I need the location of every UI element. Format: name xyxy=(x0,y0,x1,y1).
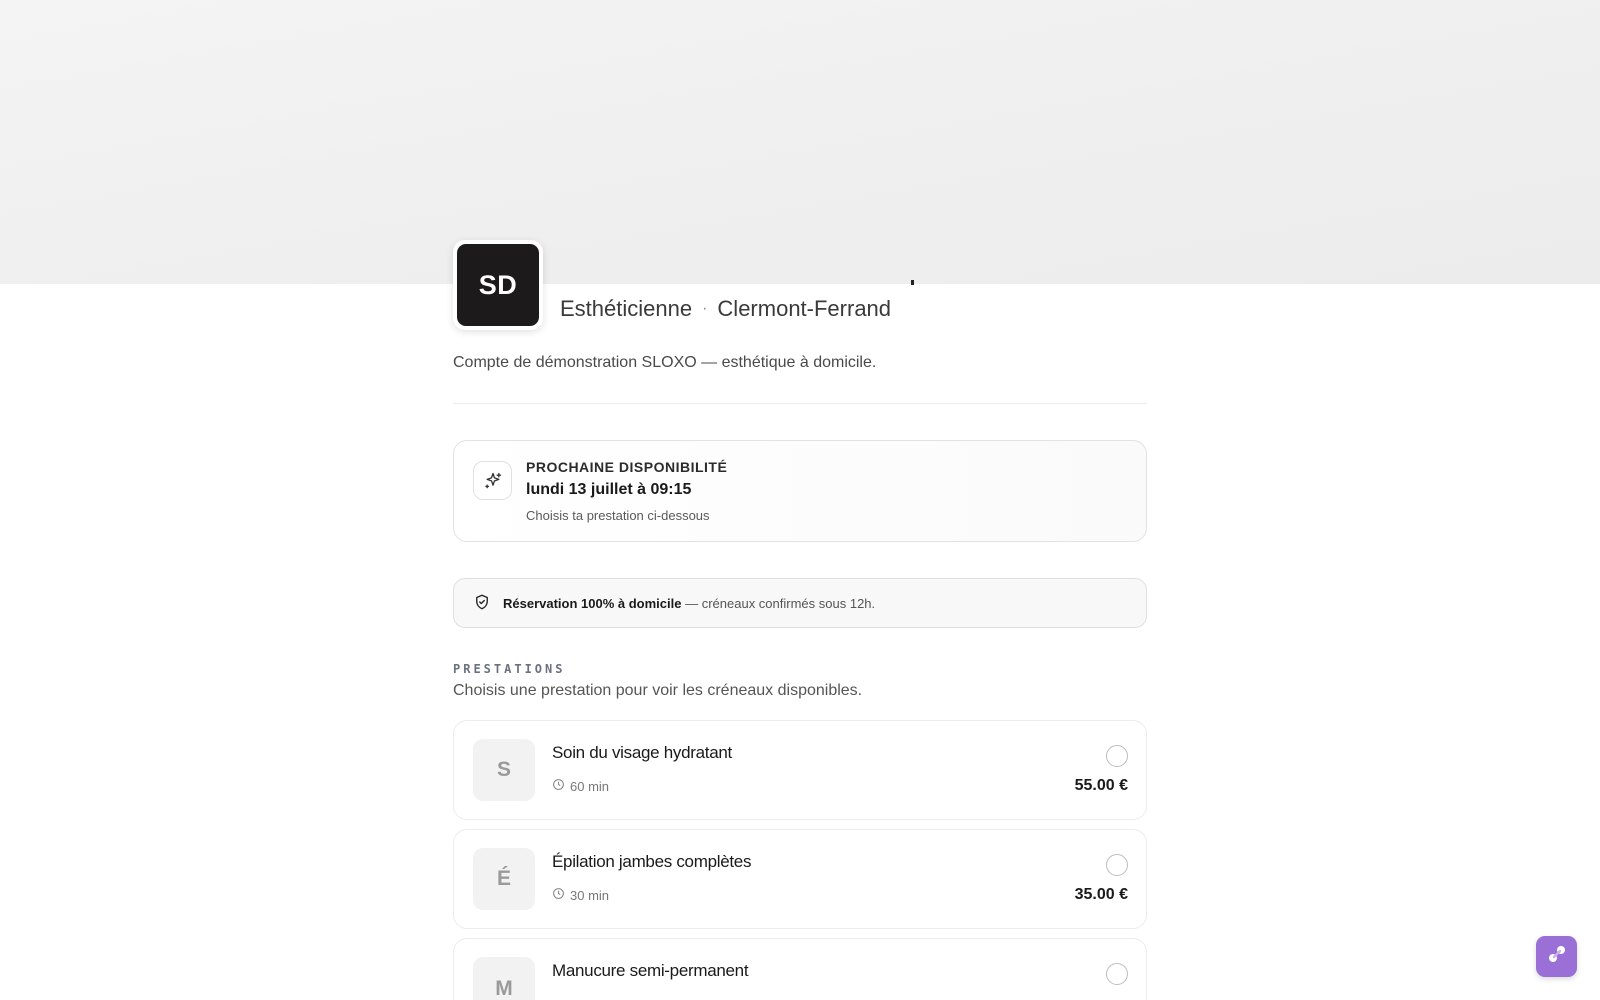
service-duration: 60 min xyxy=(552,778,609,794)
services-section-title: PRESTATIONS xyxy=(453,662,566,676)
shield-check-icon xyxy=(473,593,491,614)
divider xyxy=(453,403,1147,404)
reservation-text: Réservation 100% à domicile — créneaux c… xyxy=(503,596,875,611)
service-name: Soin du visage hydratant xyxy=(552,743,732,762)
reservation-bold: Réservation 100% à domicile xyxy=(503,595,682,611)
availability-label: PROCHAINE DISPONIBILITÉ xyxy=(526,459,728,475)
service-name: Épilation jambes complètes xyxy=(552,852,752,871)
city-label: Clermont-Ferrand xyxy=(717,296,892,321)
cover-title-fragment xyxy=(911,280,914,285)
avatar-initials: SD xyxy=(457,244,539,326)
profile-description: Compte de démonstration SLOXO — esthétiq… xyxy=(453,354,877,371)
service-name: Manucure semi-permanent xyxy=(552,961,749,980)
service-card-soin-visage[interactable]: S Soin du visage hydratant 60 min 55.00 … xyxy=(453,720,1147,820)
reservation-info-bar: Réservation 100% à domicile — créneaux c… xyxy=(453,578,1147,628)
service-duration-text: 30 min xyxy=(570,887,610,903)
service-initial-badge: M xyxy=(473,957,535,1000)
avatar: SD xyxy=(453,240,543,330)
clock-icon xyxy=(552,778,565,794)
clock-icon xyxy=(552,887,565,903)
service-select-radio[interactable] xyxy=(1106,963,1128,985)
services-section-subtitle: Choisis une prestation pour voir les cré… xyxy=(453,682,863,699)
link-icon xyxy=(1545,942,1569,971)
availability-date: lundi 13 juillet à 09:15 xyxy=(526,481,692,498)
next-availability-card[interactable]: PROCHAINE DISPONIBILITÉ lundi 13 juillet… xyxy=(453,440,1147,542)
service-initial-badge: É xyxy=(473,848,535,910)
service-price: 35.00 € xyxy=(1074,886,1128,903)
service-select-radio[interactable] xyxy=(1106,854,1128,876)
cover-banner xyxy=(0,0,1600,284)
service-card-manucure[interactable]: M Manucure semi-permanent xyxy=(453,938,1147,1000)
reservation-rest: — créneaux confirmés sous 12h. xyxy=(685,595,876,611)
availability-hint: Choisis ta prestation ci-dessous xyxy=(526,508,710,523)
chat-widget-button[interactable] xyxy=(1536,936,1577,977)
service-select-radio[interactable] xyxy=(1106,745,1128,767)
service-card-epilation-jambes[interactable]: É Épilation jambes complètes 30 min 35.0… xyxy=(453,829,1147,929)
service-price: 55.00 € xyxy=(1074,777,1128,794)
profile-subtitle: Esthéticienne · Clermont-Ferrand xyxy=(560,296,891,322)
service-duration: 30 min xyxy=(552,887,609,903)
separator-dot: · xyxy=(702,300,708,317)
service-initial-badge: S xyxy=(473,739,535,801)
sparkles-icon xyxy=(473,461,512,500)
profession-label: Esthéticienne xyxy=(560,296,693,321)
service-duration-text: 60 min xyxy=(570,778,610,794)
